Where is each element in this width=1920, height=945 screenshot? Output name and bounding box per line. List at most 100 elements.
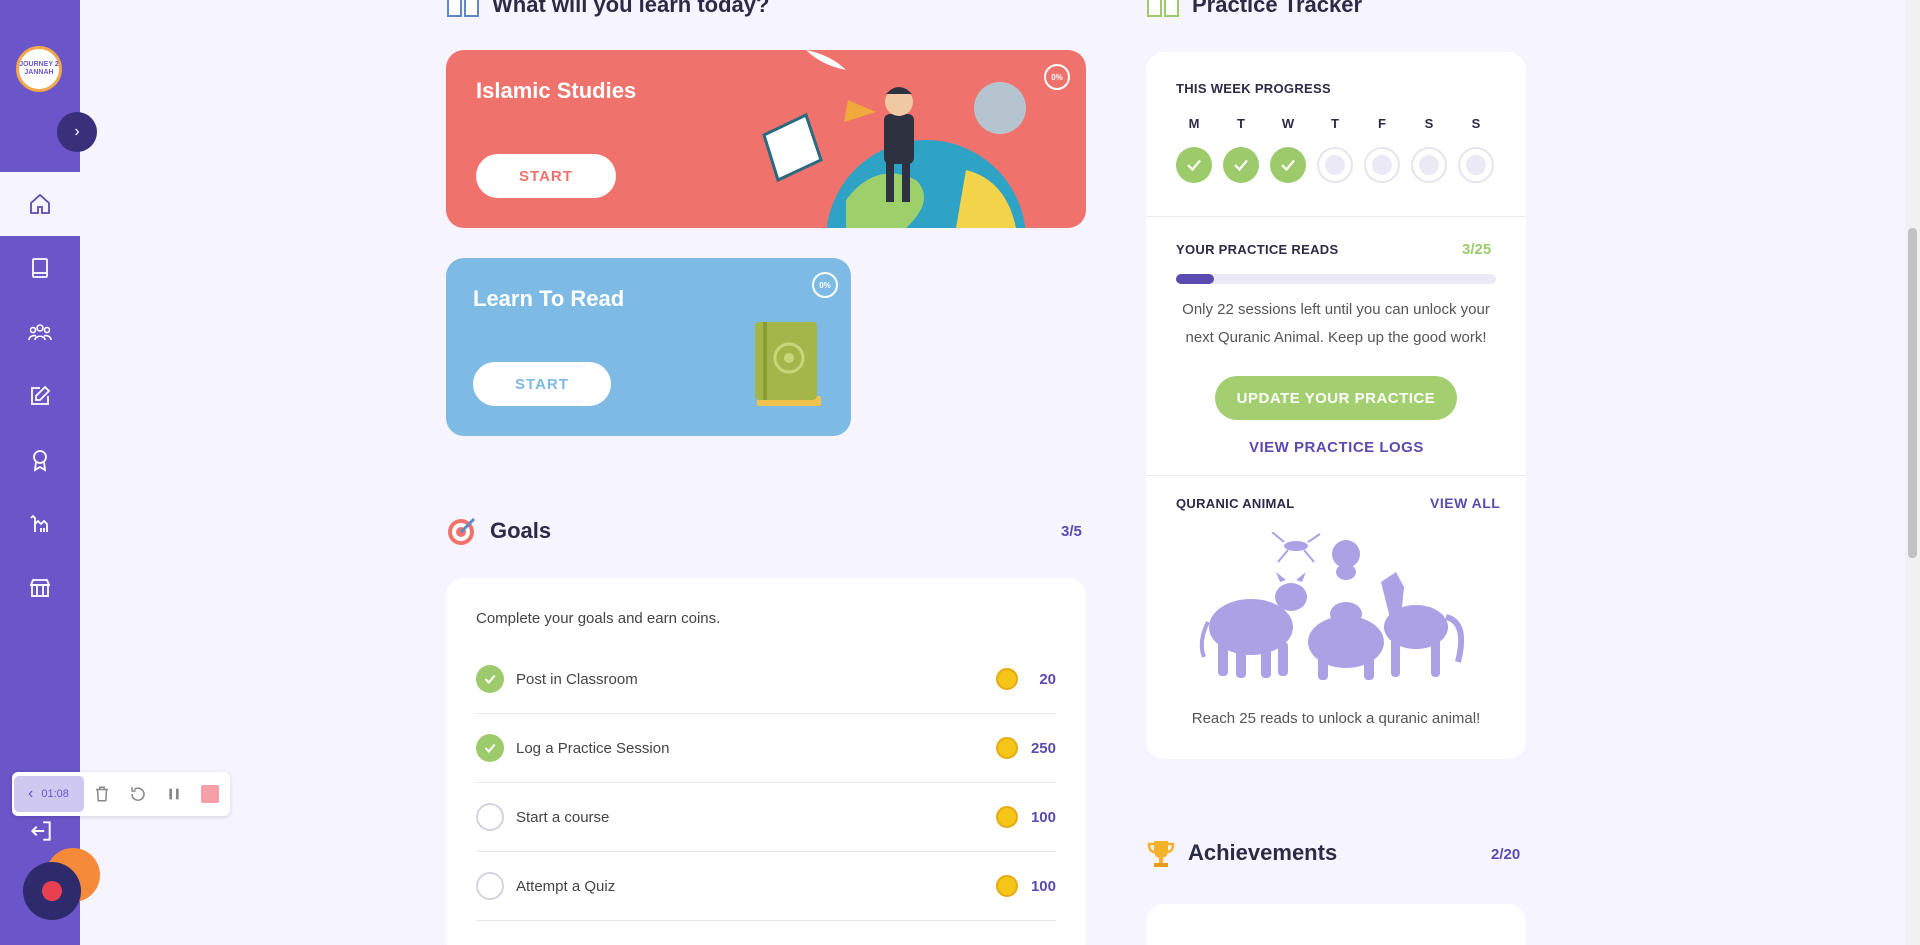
- goals-card: Complete your goals and earn coins. Post…: [446, 578, 1086, 945]
- practice-reads-progress: [1176, 274, 1496, 284]
- sidebar-expand-button[interactable]: ›: [57, 112, 97, 152]
- quranic-animals-silhouette: [1199, 532, 1464, 680]
- day-monday: M: [1174, 116, 1214, 183]
- check-icon: [484, 743, 496, 754]
- sidebar-item-store[interactable]: [0, 556, 80, 620]
- learn-header: What will you learn today?: [446, 0, 769, 18]
- target-icon: [448, 517, 476, 545]
- start-islamic-studies-button[interactable]: START: [476, 154, 616, 198]
- sidebar-item-edit[interactable]: [0, 364, 80, 428]
- check-icon: [484, 674, 496, 685]
- goal-label: Post in Classroom: [516, 670, 638, 688]
- tracker-title: Practice Tracker: [1192, 0, 1363, 17]
- goals-description: Complete your goals and earn coins.: [476, 610, 721, 627]
- course-card-islamic-studies[interactable]: Islamic Studies START 0%: [446, 50, 1086, 228]
- divider: [1146, 216, 1526, 217]
- explorer-illustration: [762, 50, 1026, 228]
- goal-row[interactable]: Attempt a Quiz 100: [476, 852, 1056, 921]
- goals-header: Goals: [446, 515, 551, 547]
- goal-row[interactable]: Log a Practice Session 250: [476, 714, 1056, 783]
- day-status: [1176, 147, 1212, 183]
- chevron-left-icon: ‹: [28, 785, 34, 802]
- trash-icon: [96, 786, 108, 802]
- day-status: [1317, 147, 1353, 183]
- view-practice-logs-link[interactable]: VIEW PRACTICE LOGS: [1249, 439, 1424, 456]
- logo-text: JOURNEY 2 JANNAH: [19, 61, 59, 76]
- pause-recording-button[interactable]: [156, 776, 192, 812]
- view-all-animals-link[interactable]: VIEW ALL: [1430, 495, 1500, 511]
- sidebar-item-animals[interactable]: [0, 492, 80, 556]
- edit-icon: [31, 385, 51, 405]
- goal-label: Attempt a Quiz: [516, 877, 616, 895]
- learn-title: What will you learn today?: [492, 0, 770, 17]
- day-label: T: [1331, 116, 1339, 131]
- practice-reads-title: YOUR PRACTICE READS: [1176, 242, 1339, 257]
- goal-coins: 250: [1030, 739, 1056, 757]
- sidebar-item-books[interactable]: [0, 236, 80, 300]
- sidebar-item-home[interactable]: [0, 172, 80, 236]
- week-progress-title: THIS WEEK PROGRESS: [1176, 81, 1331, 96]
- day-label: W: [1281, 116, 1295, 131]
- start-learn-to-read-button[interactable]: START: [473, 362, 611, 406]
- recording-time: 01:08: [41, 788, 69, 800]
- record-button[interactable]: [23, 862, 81, 920]
- progress-fill: [1176, 274, 1215, 284]
- refresh-icon: [131, 787, 145, 801]
- day-saturday: S: [1409, 116, 1449, 183]
- goal-row[interactable]: Post in Classroom 20: [476, 645, 1056, 714]
- goal-coins: 100: [1030, 808, 1056, 826]
- trophy-icon: [1147, 841, 1175, 867]
- stop-icon: [201, 785, 219, 803]
- quran-book-illustration: [755, 322, 821, 406]
- goal-row[interactable]: Start a course 100: [476, 783, 1056, 852]
- scrollbar-track[interactable]: [1905, 0, 1920, 945]
- coin-icon: [996, 737, 1018, 759]
- goal-coins: 100: [1030, 877, 1056, 895]
- coin-icon: [996, 668, 1018, 690]
- award-icon: [33, 450, 47, 472]
- delete-recording-button[interactable]: [84, 776, 120, 812]
- restart-recording-button[interactable]: [120, 776, 156, 812]
- record-dot-icon: [42, 881, 62, 901]
- camel-icon: [30, 514, 48, 532]
- goal-coins: 20: [1039, 670, 1056, 688]
- stop-recording-button[interactable]: [192, 776, 228, 812]
- goal-checkbox: [476, 734, 504, 762]
- day-status: [1364, 147, 1400, 183]
- journey-2-jannah-logo[interactable]: JOURNEY 2 JANNAH: [12, 38, 66, 100]
- day-status: [1270, 147, 1306, 183]
- achievements-title: Achievements: [1188, 840, 1338, 865]
- chevron-right-icon: ›: [74, 123, 80, 140]
- course-progress-badge: 0%: [812, 272, 838, 298]
- goal-checkbox: [476, 665, 504, 693]
- check-icon: [1187, 159, 1201, 172]
- goal-label: Log a Practice Session: [516, 739, 670, 757]
- sidebar-item-awards[interactable]: [0, 428, 80, 492]
- day-sunday: S: [1456, 116, 1496, 183]
- goal-checkbox: [476, 803, 504, 831]
- recording-toolbar: ‹ 01:08: [12, 772, 230, 816]
- course-progress-badge: 0%: [1044, 64, 1070, 90]
- quranic-animal-title: QURANIC ANIMAL: [1176, 496, 1295, 511]
- check-icon: [1234, 159, 1248, 172]
- pause-icon: [169, 788, 179, 800]
- day-label: T: [1237, 116, 1245, 131]
- day-status: [1223, 147, 1259, 183]
- scrollbar-thumb[interactable]: [1908, 228, 1917, 558]
- check-icon: [1281, 159, 1295, 172]
- update-practice-button[interactable]: UPDATE YOUR PRACTICE: [1215, 376, 1457, 420]
- course-title: Islamic Studies: [476, 78, 637, 103]
- users-icon: [28, 324, 52, 341]
- achievements-count: 2/20: [1491, 846, 1521, 863]
- day-thursday: T: [1315, 116, 1355, 183]
- sidebar-item-community[interactable]: [0, 300, 80, 364]
- logout-icon[interactable]: [28, 818, 54, 844]
- day-status: [1411, 147, 1447, 183]
- coin-icon: [996, 806, 1018, 828]
- achievements-header: Achievements: [1146, 838, 1337, 868]
- store-icon: [29, 579, 51, 597]
- open-book-icon: [447, 0, 479, 17]
- course-card-learn-to-read[interactable]: Learn To Read START 0%: [446, 258, 851, 436]
- divider: [1146, 475, 1526, 476]
- recorder-collapse[interactable]: ‹ 01:08: [14, 776, 84, 812]
